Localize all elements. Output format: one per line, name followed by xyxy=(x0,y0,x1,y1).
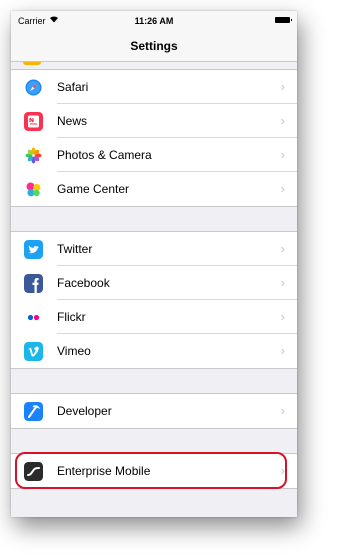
settings-row-label: Game Center xyxy=(57,182,130,196)
flickr-icon xyxy=(24,308,43,327)
battery-icon xyxy=(275,17,292,23)
settings-group-developer: Developer › xyxy=(11,393,297,429)
chevron-right-icon: › xyxy=(280,403,285,418)
chevron-right-icon: › xyxy=(280,113,285,128)
settings-group-apps: Safari › News › Photos & Camera › Game C… xyxy=(11,69,297,207)
highlight-outline xyxy=(15,452,287,489)
settings-row-photos-camera[interactable]: Photos & Camera › xyxy=(11,138,297,172)
photos-icon xyxy=(24,146,43,165)
settings-row-label: Flickr xyxy=(57,310,86,324)
settings-row-news[interactable]: News › xyxy=(11,104,297,138)
phone-screen: Carrier 11:26 AM Settings Safari › News … xyxy=(11,11,297,517)
chevron-right-icon: › xyxy=(280,181,285,196)
settings-row-twitter[interactable]: Twitter › xyxy=(11,232,297,266)
settings-group-social: Twitter › Facebook › Flickr › Vimeo › xyxy=(11,231,297,369)
chevron-right-icon: › xyxy=(280,275,285,290)
page-title: Settings xyxy=(130,39,178,53)
settings-row-label: Twitter xyxy=(57,242,93,256)
settings-row-flickr[interactable]: Flickr › xyxy=(11,300,297,334)
facebook-icon xyxy=(24,274,43,293)
chevron-right-icon: › xyxy=(280,147,285,162)
status-bar: Carrier 11:26 AM xyxy=(11,11,297,31)
safari-icon xyxy=(24,78,43,97)
settings-row-label: Safari xyxy=(57,80,89,94)
chevron-right-icon: › xyxy=(280,343,285,358)
twitter-icon xyxy=(24,240,43,259)
settings-row-game-center[interactable]: Game Center › xyxy=(11,172,297,206)
settings-row-vimeo[interactable]: Vimeo › xyxy=(11,334,297,368)
settings-row-facebook[interactable]: Facebook › xyxy=(11,266,297,300)
news-icon xyxy=(24,112,43,131)
partially-scrolled-icon xyxy=(23,62,41,65)
chevron-right-icon: › xyxy=(280,79,285,94)
settings-row-label: Facebook xyxy=(57,276,110,290)
settings-row-safari[interactable]: Safari › xyxy=(11,70,297,104)
settings-row-label: News xyxy=(57,114,88,128)
chevron-right-icon: › xyxy=(280,241,285,256)
status-time: 11:26 AM xyxy=(134,16,174,26)
vimeo-icon xyxy=(24,342,43,361)
navigation-bar: Settings xyxy=(11,31,297,62)
settings-row-developer[interactable]: Developer › xyxy=(11,394,297,428)
settings-row-label: Photos & Camera xyxy=(57,148,152,162)
settings-row-label: Developer xyxy=(57,404,112,418)
developer-icon xyxy=(24,402,43,421)
chevron-right-icon: › xyxy=(280,309,285,324)
game-center-icon xyxy=(24,180,43,199)
settings-row-label: Vimeo xyxy=(57,344,91,358)
